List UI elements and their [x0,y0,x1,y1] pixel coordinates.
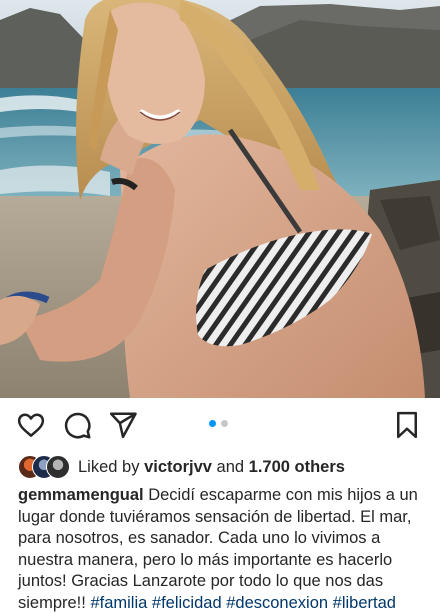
likes-prefix: Liked by [78,457,140,476]
post-action-bar [0,398,440,450]
beach-photo-illustration [0,0,440,398]
like-button[interactable] [16,410,46,440]
share-button[interactable] [108,410,138,440]
hashtag-link[interactable]: #felicidad [152,594,222,612]
carousel-indicator [209,420,228,428]
heart-icon [17,413,45,437]
liker-username[interactable]: victorjvv [144,458,212,477]
bookmark-icon [397,411,417,439]
likes-summary[interactable]: Liked by victorjvv and 1.700 others [18,454,345,480]
post-photo[interactable] [0,0,440,398]
hashtag-link[interactable]: #libertad [333,594,396,612]
comment-icon [64,412,91,439]
comment-button[interactable] [62,410,92,440]
liker-avatars [18,455,72,479]
avatar [46,455,70,479]
hashtag-link[interactable]: #desconexion [226,594,328,612]
carousel-dot [221,420,228,427]
caption-username[interactable]: gemmamengual [18,486,144,504]
likes-others-count[interactable]: 1.700 others [249,458,345,477]
paper-plane-icon [109,412,137,439]
hashtag-link[interactable]: #familia [90,594,147,612]
post-caption: gemmamengual Decidí escaparme con mis hi… [18,485,422,614]
save-button[interactable] [392,410,422,440]
carousel-dot-active [209,420,216,427]
likes-connector: and [216,457,245,476]
